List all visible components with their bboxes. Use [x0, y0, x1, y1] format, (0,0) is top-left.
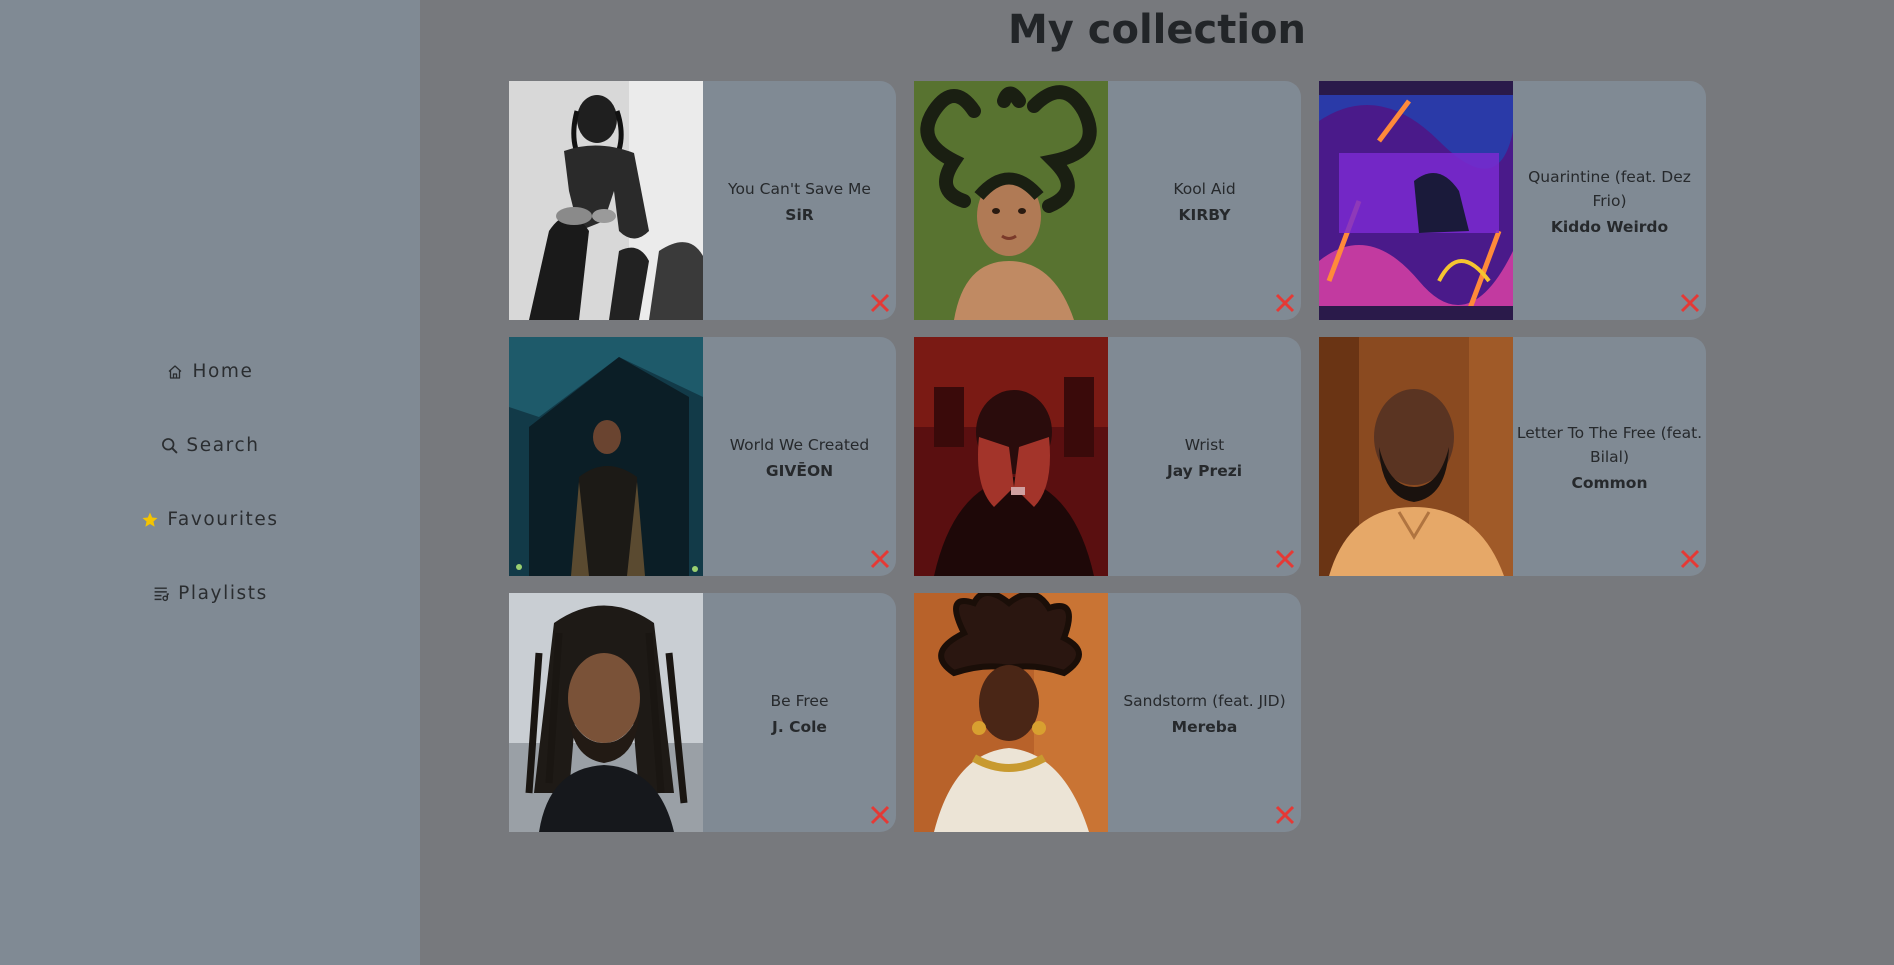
album-art	[1319, 81, 1513, 320]
track-artist: Common	[1571, 474, 1648, 492]
track-title: Letter To The Free (feat. Bilal)	[1516, 424, 1703, 466]
nav-playlists-label: Playlists	[178, 583, 268, 604]
track-artist: J. Cole	[772, 718, 827, 736]
star-icon	[141, 511, 159, 529]
main-content: My collection You Can't Save Me SiR Kool…	[420, 0, 1894, 965]
track-card[interactable]: Be Free J. Cole	[509, 593, 896, 832]
album-art	[509, 81, 703, 320]
nav-favourites[interactable]: Favourites	[141, 483, 278, 557]
track-title: Sandstorm (feat. JID)	[1123, 692, 1286, 710]
track-artist: Jay Prezi	[1166, 462, 1243, 480]
album-art	[509, 337, 703, 576]
close-x-icon[interactable]	[1274, 804, 1296, 826]
nav-search[interactable]: Search	[160, 409, 259, 483]
track-title: World We Created	[729, 436, 870, 454]
close-x-icon[interactable]	[869, 292, 891, 314]
nav-home[interactable]: Home	[166, 335, 253, 409]
playlist-icon	[152, 585, 170, 603]
track-card[interactable]: You Can't Save Me SiR	[509, 81, 896, 320]
track-artist: SiR	[785, 206, 814, 224]
sidebar: Home Search Favourites Playlists	[0, 0, 420, 965]
track-artist: Mereba	[1171, 718, 1238, 736]
track-artist: Kiddo Weirdo	[1550, 218, 1669, 236]
page-title: My collection	[1007, 7, 1307, 53]
track-title: Kool Aid	[1173, 180, 1236, 198]
album-art	[509, 593, 703, 832]
track-artist: KIRBY	[1178, 206, 1231, 224]
album-art	[914, 337, 1108, 576]
nav-favourites-label: Favourites	[167, 509, 279, 530]
search-icon	[160, 437, 178, 455]
track-card[interactable]: Quarintine (feat. Dez Frio) Kiddo Weirdo	[1319, 81, 1706, 320]
track-title: Be Free	[770, 692, 829, 710]
track-card[interactable]: Wrist Jay Prezi	[914, 337, 1301, 576]
close-x-icon[interactable]	[1679, 292, 1701, 314]
close-x-icon[interactable]	[869, 548, 891, 570]
album-art	[914, 593, 1108, 832]
track-title: You Can't Save Me	[728, 180, 871, 198]
collection-grid: You Can't Save Me SiR Kool Aid KIRBY Qua…	[509, 81, 1706, 832]
close-x-icon[interactable]	[1274, 548, 1296, 570]
nav-search-label: Search	[186, 435, 260, 456]
track-artist: GIVĒON	[765, 462, 834, 480]
home-icon	[166, 363, 184, 381]
album-art	[1319, 337, 1513, 576]
close-x-icon[interactable]	[1679, 548, 1701, 570]
nav-playlists[interactable]: Playlists	[152, 557, 268, 631]
track-card[interactable]: World We Created GIVĒON	[509, 337, 896, 576]
close-x-icon[interactable]	[1274, 292, 1296, 314]
track-card[interactable]: Sandstorm (feat. JID) Mereba	[914, 593, 1301, 832]
album-art	[914, 81, 1108, 320]
track-card[interactable]: Kool Aid KIRBY	[914, 81, 1301, 320]
track-title: Quarintine (feat. Dez Frio)	[1528, 168, 1691, 210]
track-title: Wrist	[1184, 436, 1225, 454]
close-x-icon[interactable]	[869, 804, 891, 826]
track-card[interactable]: Letter To The Free (feat. Bilal) Common	[1319, 337, 1706, 576]
nav-home-label: Home	[192, 361, 254, 382]
